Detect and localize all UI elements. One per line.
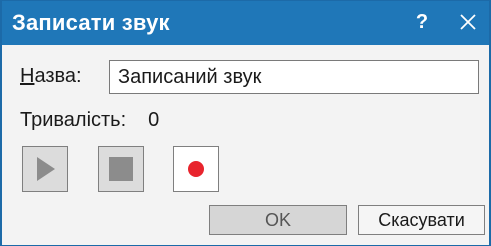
name-label-text: азва: [34, 65, 82, 87]
record-button[interactable] [173, 146, 219, 192]
title-bar[interactable]: Записати звук ? [2, 1, 489, 45]
duration-label: Тривалість: [20, 109, 127, 131]
name-input[interactable] [109, 60, 479, 94]
cancel-button[interactable]: Скасувати [358, 205, 485, 235]
dialog-title: Записати звук [12, 10, 170, 35]
duration-value: 0 [148, 109, 160, 131]
name-label-mnemonic: Н [20, 65, 35, 87]
duration-row: Тривалість: 0 [20, 109, 159, 132]
name-label: Назва: [20, 65, 82, 88]
record-sound-dialog: Записати звук ? Назва: Тривалість: 0 OK С… [0, 0, 491, 246]
close-icon [460, 14, 476, 30]
stop-icon [109, 157, 133, 181]
ok-button[interactable]: OK [209, 205, 347, 235]
close-button[interactable] [454, 8, 482, 36]
help-button[interactable]: ? [410, 8, 434, 36]
play-icon [37, 157, 55, 181]
record-icon [188, 161, 204, 177]
play-button[interactable] [22, 146, 68, 192]
stop-button[interactable] [98, 146, 144, 192]
